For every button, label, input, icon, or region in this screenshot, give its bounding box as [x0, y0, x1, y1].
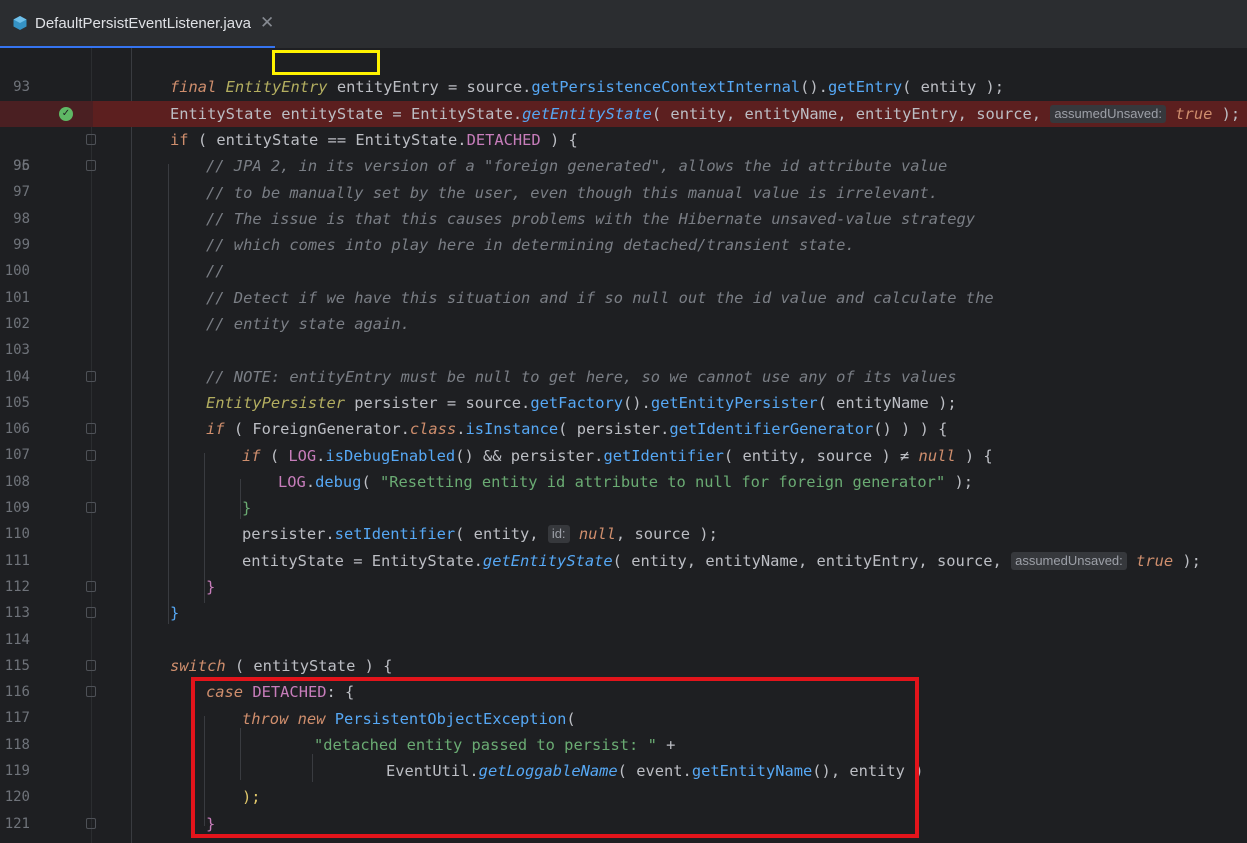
fold-marker-icon[interactable]: [86, 502, 96, 514]
java-class-icon: [13, 16, 27, 30]
tab-label: DefaultPersistEventListener.java: [35, 14, 251, 32]
code-line: 93: [0, 48, 1247, 95]
code-line: 112 entityState = EntityState.getEntityS…: [0, 548, 1247, 595]
code-line: 101 //: [0, 258, 1247, 305]
variable-entity-state: entityState: [281, 104, 384, 123]
fold-marker-icon[interactable]: [86, 581, 96, 592]
fold-marker-icon[interactable]: [86, 449, 96, 461]
breakpoint-verified-icon[interactable]: ✓: [59, 106, 73, 121]
fold-marker-icon[interactable]: [86, 423, 96, 435]
code-line: 94 final EntityEntry entityEntry = sourc…: [0, 74, 1247, 121]
editor-tab-bar: DefaultPersistEventListener.java ✕: [0, 0, 1247, 49]
fold-marker-icon[interactable]: [86, 607, 96, 619]
code-line: 103 // entity state again.: [0, 311, 1247, 358]
fold-marker-icon[interactable]: [86, 370, 96, 382]
highlight-box-entity-state: [272, 50, 380, 75]
fold-marker-icon[interactable]: [86, 160, 96, 172]
code-line: 105 // NOTE: entityEntry must be null to…: [0, 364, 1247, 411]
code-line: 110 }: [0, 495, 1247, 542]
code-line: 107 if ( ForeignGenerator.class.isInstan…: [0, 416, 1247, 463]
code-line: 104: [0, 337, 1247, 385]
code-line: 116 switch ( entityState ) {: [0, 653, 1247, 700]
highlight-box-case-detached: [191, 677, 919, 838]
line-number: 122: [0, 837, 30, 843]
code-line: 96 if ( entityState == EntityState.DETAC…: [0, 127, 1247, 174]
code-line: 97 // JPA 2, in its version of a "foreig…: [0, 153, 1247, 200]
parameter-hint: id:: [547, 525, 570, 544]
tab-default-persist-event-listener[interactable]: DefaultPersistEventListener.java ✕: [0, 0, 275, 49]
code-line: 99 // The issue is that this causes prob…: [0, 206, 1247, 253]
fold-marker-icon[interactable]: [86, 686, 96, 698]
code-line: 109 LOG.debug( "Resetting entity id attr…: [0, 469, 1247, 516]
parameter-hint: assumedUnsaved:: [1050, 104, 1166, 123]
code-line: 108 if ( LOG.isDebugEnabled() && persist…: [0, 443, 1247, 490]
code-line: 100 // which comes into play here in det…: [0, 232, 1247, 279]
code-line: 115: [0, 627, 1247, 674]
fold-marker-icon[interactable]: [86, 817, 96, 829]
code-line: 113 }: [0, 574, 1247, 621]
parameter-hint: assumedUnsaved:: [1011, 551, 1127, 570]
fold-marker-icon[interactable]: [86, 659, 96, 671]
code-line: 114 }: [0, 600, 1247, 647]
code-line: 106 EntityPersister persister = source.g…: [0, 390, 1247, 437]
code-line: 102 // Detect if we have this situation …: [0, 285, 1247, 332]
code-line: 98 // to be manually set by the user, ev…: [0, 180, 1247, 227]
fold-marker-icon[interactable]: [86, 133, 96, 145]
close-tab-icon[interactable]: ✕: [260, 13, 274, 33]
code-line-breakpoint: 95 ✓ EntityState entityState = EntitySta…: [0, 100, 1247, 174]
code-line: 111 persister.setIdentifier( entity, id:…: [0, 521, 1247, 569]
